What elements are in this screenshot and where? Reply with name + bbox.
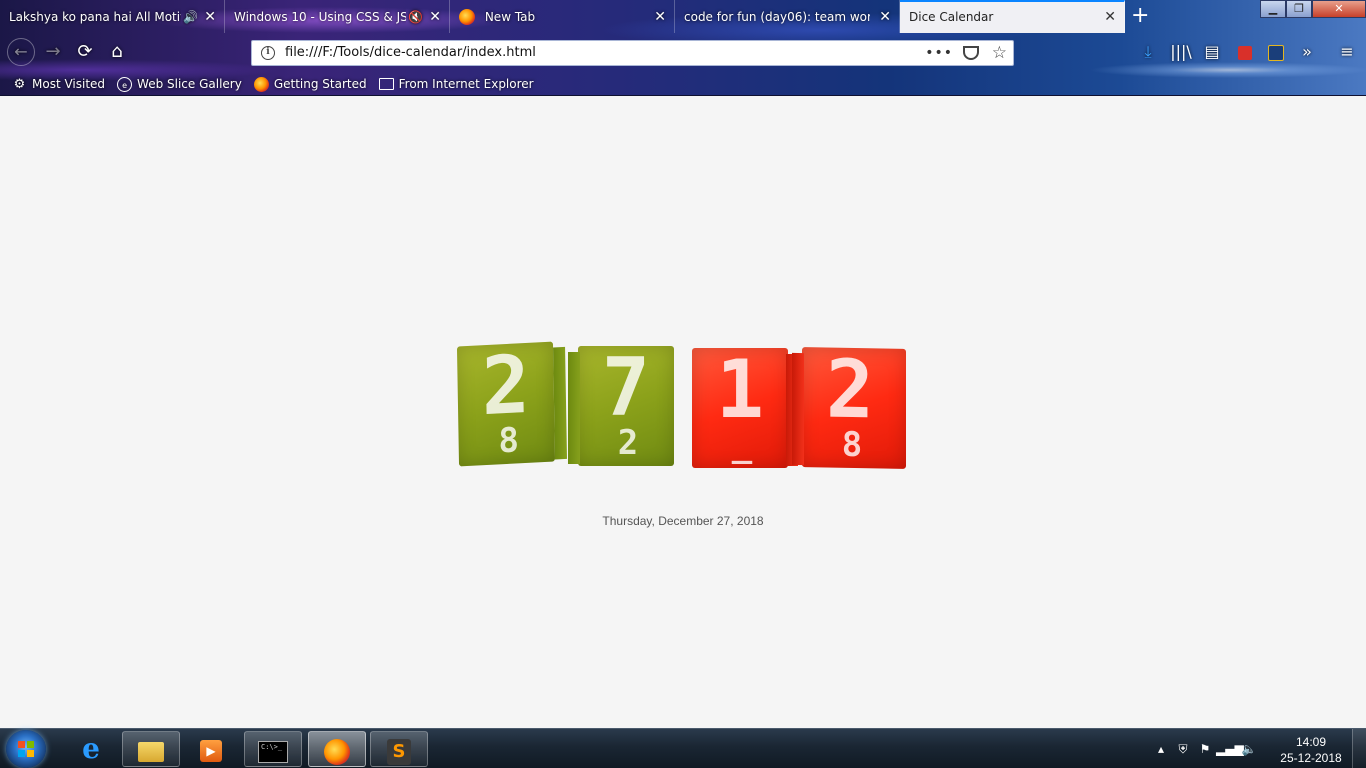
die-digit: 1 — [715, 343, 765, 436]
die-side — [792, 352, 804, 466]
muted-speaker-icon[interactable]: 🔇 — [408, 0, 423, 33]
url-text[interactable]: file:///F:/Tools/dice-calendar/index.htm… — [285, 45, 536, 60]
windows-logo-icon — [18, 741, 34, 757]
tab-windows10[interactable]: Windows 10 - Using CSS & JS Or 🔇 ✕ — [225, 0, 450, 33]
system-tray: ▴ ⛨ ⚑ ▂▄▆ 🔈 — [1150, 729, 1260, 768]
navigation-toolbar: ← → ⟳ ⌂ i file:///F:/Tools/dice-calendar… — [0, 33, 1366, 71]
die-side — [553, 346, 568, 460]
network-signal-icon[interactable]: ▂▄▆ — [1216, 742, 1244, 756]
show-desktop-button[interactable] — [1352, 729, 1366, 768]
bookmark-label: Web Slice Gallery — [137, 77, 242, 91]
bookmarks-toolbar: ⚙ Most Visited e Web Slice Gallery Getti… — [0, 72, 1366, 96]
browser-chrome: Lakshya ko pana hai All Motivati 🔊 ✕ Win… — [0, 0, 1366, 96]
taskbar-command-prompt[interactable]: C:\>_ — [244, 731, 302, 767]
page-actions-icon[interactable]: ••• — [925, 41, 953, 65]
system-clock[interactable]: 14:09 25-12-2018 — [1276, 734, 1346, 766]
maximize-button[interactable]: ❐ — [1286, 0, 1312, 18]
die-digit: 2 — [480, 337, 531, 434]
internet-explorer-icon: e — [82, 732, 100, 765]
speaker-icon[interactable]: 🔊 — [183, 0, 198, 33]
date-label: Thursday, December 27, 2018 — [602, 514, 764, 528]
bookmark-label: From Internet Explorer — [398, 77, 534, 91]
stats-extension-icon[interactable] — [1265, 41, 1287, 63]
sublime-text-icon: S — [387, 738, 411, 765]
day-ones-die: 7 2 — [568, 341, 674, 466]
bookmark-getting-started[interactable]: Getting Started — [253, 76, 367, 92]
start-button[interactable] — [6, 730, 46, 768]
info-icon[interactable]: i — [261, 46, 275, 60]
close-icon[interactable]: ✕ — [204, 0, 216, 33]
new-tab-button[interactable]: + — [1131, 4, 1149, 28]
bookmark-web-slice-gallery[interactable]: e Web Slice Gallery — [117, 76, 242, 92]
tab-title: Lakshya ko pana hai All Motivati — [9, 10, 181, 24]
die-sub-digit: 8 — [498, 420, 520, 462]
die-sub-digit: _ — [731, 425, 753, 465]
close-icon[interactable]: ✕ — [429, 0, 441, 33]
tab-title: New Tab — [484, 10, 536, 24]
command-prompt-icon: C:\>_ — [258, 740, 288, 763]
die-digit: 2 — [825, 342, 875, 437]
home-button[interactable]: ⌂ — [104, 39, 130, 65]
bookmark-star-icon[interactable]: ☆ — [992, 41, 1007, 65]
media-player-icon: ▶ — [200, 739, 222, 762]
back-button[interactable]: ← — [7, 38, 35, 66]
url-bar[interactable]: i file:///F:/Tools/dice-calendar/index.h… — [251, 40, 1014, 66]
tab-title: Windows 10 - Using CSS & JS Or — [234, 10, 406, 24]
die-side — [568, 352, 580, 464]
globe-icon: e — [117, 76, 133, 92]
die-sub-digit: 8 — [841, 424, 863, 466]
tab-new-tab[interactable]: New Tab ✕ — [450, 0, 675, 33]
bookmark-label: Most Visited — [32, 77, 106, 91]
tab-title: code for fun (day06): team working — [684, 10, 870, 24]
firefox-icon — [459, 8, 475, 25]
clock-time: 14:09 — [1295, 735, 1327, 749]
flash-extension-icon[interactable] — [1234, 41, 1256, 63]
taskbar-internet-explorer[interactable]: e — [62, 731, 120, 767]
windows-taskbar: e ▶ C:\>_ S ▴ ⛨ ⚑ ▂▄▆ 🔈 14:09 25-12-2018 — [0, 728, 1366, 768]
die-sub-digit: 2 — [617, 423, 639, 463]
window-controls: ▁ ❐ ✕ — [1260, 0, 1366, 18]
day-tens-die: 2 8 — [456, 337, 568, 467]
page-content: 2 8 7 2 1 _ 2 8 Thursday, December 27, 2… — [0, 96, 1366, 728]
tab-title: Dice Calendar — [909, 10, 994, 24]
clock-date: 25-12-2018 — [1280, 751, 1342, 765]
bookmark-from-internet-explorer[interactable]: From Internet Explorer — [378, 77, 534, 91]
firefox-icon — [253, 76, 269, 92]
tray-app-icon[interactable]: ⛨ — [1172, 742, 1194, 757]
dice-calendar: 2 8 7 2 1 _ 2 8 — [452, 337, 912, 476]
hamburger-menu-icon[interactable]: ≡ — [1336, 41, 1358, 63]
tab-code-for-fun[interactable]: code for fun (day06): team working ✕ — [675, 0, 900, 33]
taskbar-file-explorer[interactable] — [122, 731, 180, 767]
window-close-button[interactable]: ✕ — [1312, 0, 1366, 18]
folder-icon — [378, 78, 394, 90]
firefox-icon — [324, 738, 350, 765]
volume-icon[interactable]: 🔈 — [1238, 742, 1260, 756]
tab-lakshya[interactable]: Lakshya ko pana hai All Motivati 🔊 ✕ — [0, 0, 225, 33]
tab-strip: Lakshya ko pana hai All Motivati 🔊 ✕ Win… — [0, 0, 1366, 33]
tray-expand-icon[interactable]: ▴ — [1150, 742, 1172, 756]
folder-icon — [138, 741, 164, 762]
bookmark-most-visited[interactable]: ⚙ Most Visited — [12, 77, 105, 92]
taskbar-sublime-text[interactable]: S — [370, 731, 428, 767]
gear-icon: ⚙ — [13, 76, 26, 92]
close-icon[interactable]: ✕ — [1104, 2, 1116, 33]
forward-button[interactable]: → — [40, 39, 66, 65]
close-icon[interactable]: ✕ — [879, 0, 891, 33]
close-icon[interactable]: ✕ — [654, 0, 666, 33]
download-icon[interactable]: ⤓ — [1137, 41, 1159, 63]
sidebar-icon[interactable]: ▤ — [1201, 41, 1223, 63]
minimize-button[interactable]: ▁ — [1260, 0, 1286, 18]
action-center-flag-icon[interactable]: ⚑ — [1194, 742, 1216, 756]
tab-dice-calendar[interactable]: Dice Calendar ✕ — [900, 0, 1125, 33]
bookmark-label: Getting Started — [273, 77, 367, 91]
taskbar-media-player[interactable]: ▶ — [182, 731, 240, 767]
reload-button[interactable]: ⟳ — [72, 39, 98, 65]
taskbar-firefox[interactable] — [308, 731, 366, 767]
library-icon[interactable]: |||\ — [1170, 41, 1192, 63]
pocket-icon[interactable] — [963, 46, 979, 60]
die-digit: 7 — [601, 341, 651, 434]
overflow-menu-icon[interactable]: » — [1296, 41, 1318, 63]
month-tens-die: 1 _ — [692, 343, 798, 468]
month-ones-die: 2 8 — [792, 342, 906, 469]
